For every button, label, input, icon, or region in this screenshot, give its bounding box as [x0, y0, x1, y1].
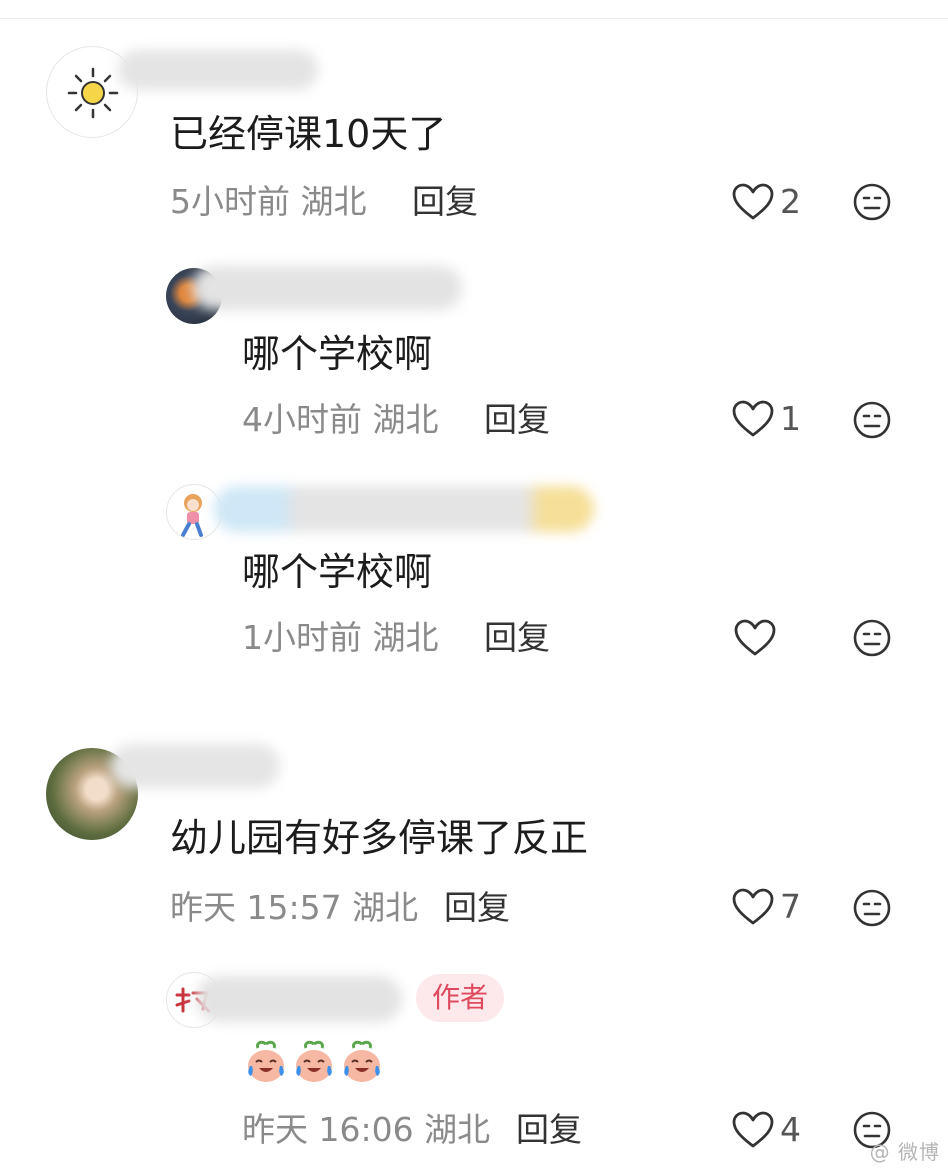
comment-meta: 昨天 15:57 湖北: [170, 888, 418, 928]
location: 湖北: [372, 400, 439, 439]
reply-text: 哪个学校啊: [242, 550, 433, 594]
meh-face-icon[interactable]: [852, 888, 892, 928]
crying-laughing-peach-emoji: [296, 1040, 332, 1082]
reply-button[interactable]: 回复: [516, 1110, 582, 1150]
timestamp: 5小时前: [170, 182, 290, 221]
top-divider: [0, 18, 948, 19]
reply-button[interactable]: 回复: [412, 182, 478, 222]
username-redacted: [192, 266, 462, 310]
timestamp: 昨天 16:06: [242, 1110, 414, 1149]
comment-meta: 5小时前 湖北: [170, 182, 367, 222]
reply-meta: 1小时前 湖北: [242, 618, 439, 658]
reply-meta: 昨天 16:06 湖北: [242, 1110, 490, 1150]
like-count: 7: [780, 887, 801, 926]
meh-face-icon[interactable]: [852, 400, 892, 440]
meh-face-icon[interactable]: [852, 182, 892, 222]
reply-button[interactable]: 回复: [444, 888, 510, 928]
location: 湖北: [352, 888, 419, 927]
reply-text: 哪个学校啊: [242, 332, 433, 376]
heart-outline-icon[interactable]: [732, 400, 774, 438]
crying-laughing-peach-emoji: [344, 1040, 380, 1082]
meh-face-icon[interactable]: [852, 618, 892, 658]
location: 湖北: [424, 1110, 491, 1149]
like-count: 4: [780, 1110, 801, 1149]
like-count: 2: [780, 182, 801, 221]
heart-outline-icon[interactable]: [732, 1111, 774, 1149]
timestamp: 1小时前: [242, 618, 362, 657]
heart-outline-icon[interactable]: [732, 183, 774, 221]
author-badge: 作者: [416, 974, 505, 1022]
reply-meta: 4小时前 湖北: [242, 400, 439, 440]
heart-outline-icon[interactable]: [734, 619, 776, 657]
crying-laughing-peach-emoji: [248, 1040, 284, 1082]
watermark: @ 微博: [869, 1140, 940, 1164]
timestamp: 4小时前: [242, 400, 362, 439]
username-redacted: [110, 744, 280, 788]
reply-button[interactable]: 回复: [484, 400, 550, 440]
location: 湖北: [300, 182, 367, 221]
username-redacted: [196, 976, 402, 1022]
timestamp: 昨天 15:57: [170, 888, 342, 927]
username-redacted: [214, 486, 594, 532]
comment-text: 已经停课10天了: [170, 112, 447, 156]
heart-outline-icon[interactable]: [732, 888, 774, 926]
comment-text: 幼儿园有好多停课了反正: [170, 816, 589, 860]
reply-button[interactable]: 回复: [484, 618, 550, 658]
like-count: 1: [780, 399, 801, 438]
location: 湖北: [372, 618, 439, 657]
username-redacted: [118, 50, 318, 90]
